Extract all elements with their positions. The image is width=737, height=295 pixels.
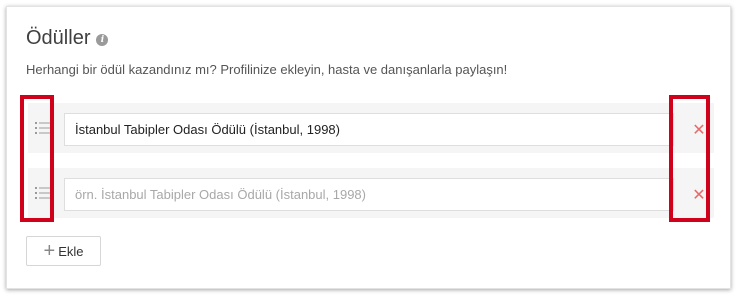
awards-card: Ödüller i Herhangi bir ödül kazandınız m… [6, 6, 731, 289]
award-row: ✕ [28, 168, 714, 218]
plus-icon: + [43, 240, 56, 262]
award-row: ✕ [28, 103, 714, 153]
award-input[interactable] [64, 113, 674, 146]
add-award-button[interactable]: + Ekle [26, 236, 101, 266]
close-icon[interactable]: ✕ [684, 113, 714, 146]
section-title: Ödüller [26, 27, 91, 49]
section-header: Ödüller i [26, 27, 109, 50]
drag-handle-icon[interactable] [28, 168, 58, 218]
drag-handle-icon[interactable] [28, 103, 58, 153]
close-icon[interactable]: ✕ [684, 178, 714, 211]
section-description: Herhangi bir ödül kazandınız mı? Profili… [26, 62, 508, 77]
add-button-label: Ekle [58, 243, 84, 259]
info-icon[interactable]: i [96, 33, 109, 46]
award-input[interactable] [64, 178, 674, 211]
